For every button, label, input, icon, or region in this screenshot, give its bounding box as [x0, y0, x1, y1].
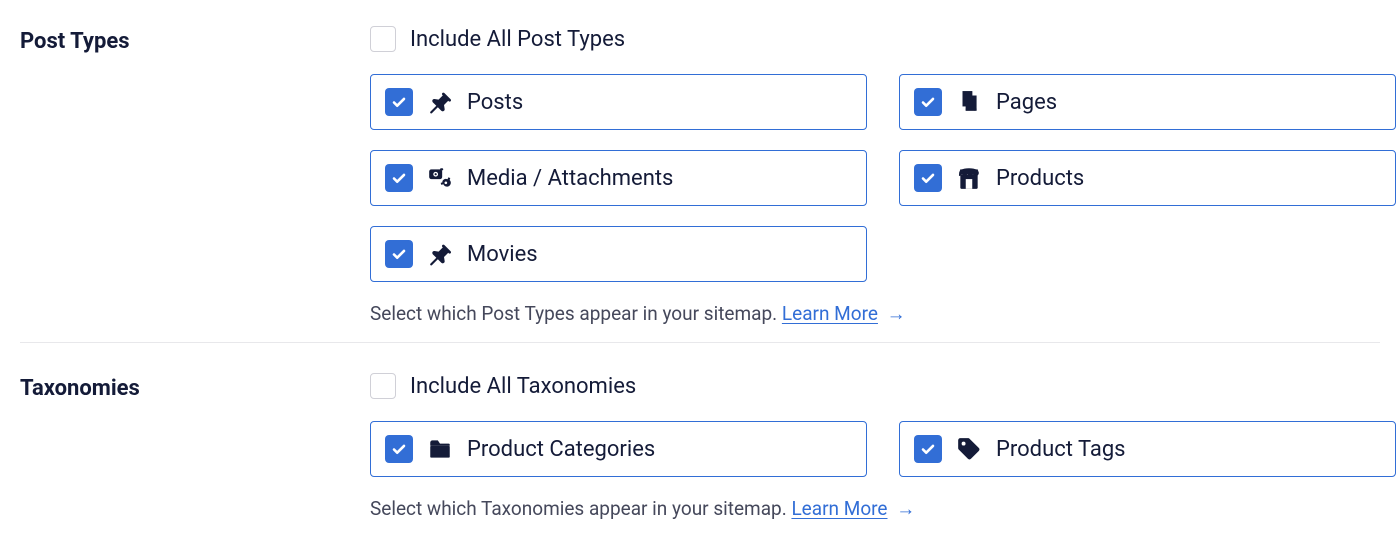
post-types-section: Post Types Include All Post Types Posts … — [20, 20, 1380, 332]
include-all-post-types-checkbox[interactable] — [370, 26, 396, 52]
post-types-helper-text: Select which Post Types appear in your s… — [370, 302, 777, 325]
option-label-product-tags: Product Tags — [996, 437, 1126, 462]
arrow-right-icon: → — [882, 302, 906, 325]
include-all-post-types-label: Include All Post Types — [410, 27, 625, 52]
checkbox-product-tags[interactable] — [914, 435, 942, 463]
option-label-pages: Pages — [996, 90, 1057, 115]
post-types-options-grid: Posts Pages Media / Attachments Products — [370, 74, 1396, 282]
option-card-pages[interactable]: Pages — [899, 74, 1396, 130]
option-label-media: Media / Attachments — [467, 166, 673, 191]
post-types-heading: Post Types — [20, 26, 370, 56]
include-all-taxonomies-row: Include All Taxonomies — [370, 373, 1396, 399]
shop-icon — [956, 165, 982, 191]
taxonomies-options-grid: Product Categories Product Tags — [370, 421, 1396, 477]
checkbox-movies[interactable] — [385, 240, 413, 268]
media-icon — [427, 165, 453, 191]
include-all-taxonomies-label: Include All Taxonomies — [410, 374, 636, 399]
taxonomies-helper: Select which Taxonomies appear in your s… — [370, 497, 1396, 521]
taxonomies-section: Taxonomies Include All Taxonomies Produc… — [20, 342, 1380, 527]
checkbox-pages[interactable] — [914, 88, 942, 116]
taxonomies-heading: Taxonomies — [20, 373, 370, 403]
checkbox-products[interactable] — [914, 164, 942, 192]
tag-icon — [956, 436, 982, 462]
checkbox-media[interactable] — [385, 164, 413, 192]
arrow-right-icon: → — [892, 497, 916, 520]
thumbtack-icon — [427, 241, 453, 267]
option-label-products: Products — [996, 166, 1084, 191]
option-label-movies: Movies — [467, 242, 538, 267]
folder-icon — [427, 436, 453, 462]
option-card-products[interactable]: Products — [899, 150, 1396, 206]
post-types-learn-more-link[interactable]: Learn More — [782, 302, 878, 325]
taxonomies-content: Include All Taxonomies Product Categorie… — [370, 373, 1396, 521]
post-types-content: Include All Post Types Posts Pages Media… — [370, 26, 1396, 326]
checkbox-product-categories[interactable] — [385, 435, 413, 463]
option-card-posts[interactable]: Posts — [370, 74, 867, 130]
option-label-posts: Posts — [467, 90, 523, 115]
include-all-post-types-row: Include All Post Types — [370, 26, 1396, 52]
thumbtack-icon — [427, 89, 453, 115]
option-card-media[interactable]: Media / Attachments — [370, 150, 867, 206]
taxonomies-learn-more-link[interactable]: Learn More — [791, 497, 887, 520]
option-card-product-categories[interactable]: Product Categories — [370, 421, 867, 477]
option-label-product-categories: Product Categories — [467, 437, 655, 462]
checkbox-posts[interactable] — [385, 88, 413, 116]
include-all-taxonomies-checkbox[interactable] — [370, 373, 396, 399]
taxonomies-helper-text: Select which Taxonomies appear in your s… — [370, 497, 787, 520]
pages-icon — [956, 89, 982, 115]
option-card-movies[interactable]: Movies — [370, 226, 867, 282]
option-card-product-tags[interactable]: Product Tags — [899, 421, 1396, 477]
post-types-helper: Select which Post Types appear in your s… — [370, 302, 1396, 326]
